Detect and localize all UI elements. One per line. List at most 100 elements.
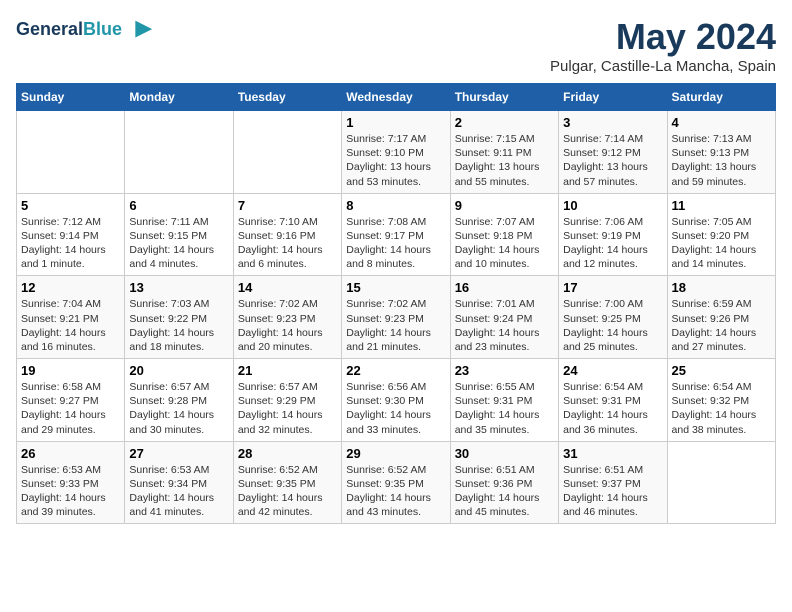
day-info: Sunrise: 6:55 AM Sunset: 9:31 PM Dayligh… <box>455 380 554 437</box>
calendar-cell: 7 Sunrise: 7:10 AM Sunset: 9:16 PM Daylig… <box>233 193 341 276</box>
day-info: Sunrise: 6:54 AM Sunset: 9:31 PM Dayligh… <box>563 380 662 437</box>
day-info: Sunrise: 7:13 AM Sunset: 9:13 PM Dayligh… <box>672 132 771 189</box>
day-info: Sunrise: 6:59 AM Sunset: 9:26 PM Dayligh… <box>672 297 771 354</box>
day-number: 17 <box>563 280 662 295</box>
day-number: 24 <box>563 363 662 378</box>
calendar-cell: 15Sunrise: 7:02 AM Sunset: 9:23 PM Dayli… <box>342 276 450 359</box>
calendar-cell: 1 Sunrise: 7:17 AM Sunset: 9:10 PM Daylig… <box>342 111 450 194</box>
calendar-cell: 17 Sunrise: 7:00 AM Sunset: 9:25 PM Dayli… <box>559 276 667 359</box>
calendar-cell: 11 Sunrise: 7:05 AM Sunset: 9:20 PM Dayli… <box>667 193 775 276</box>
calendar-cell: 10 Sunrise: 7:06 AM Sunset: 9:19 PM Dayli… <box>559 193 667 276</box>
day-info: Sunrise: 7:17 AM Sunset: 9:10 PM Dayligh… <box>346 132 445 189</box>
day-info: Sunrise: 6:52 AM Sunset: 9:35 PM Dayligh… <box>238 463 337 520</box>
calendar-cell <box>233 111 341 194</box>
calendar-cell: 29Sunrise: 6:52 AM Sunset: 9:35 PM Dayli… <box>342 441 450 524</box>
day-number: 22 <box>346 363 445 378</box>
day-number: 2 <box>455 115 554 130</box>
calendar-cell: 13 Sunrise: 7:03 AM Sunset: 9:22 PM Dayli… <box>125 276 233 359</box>
day-number: 31 <box>563 446 662 461</box>
month-title: May 2024 <box>550 16 776 58</box>
day-info: Sunrise: 6:53 AM Sunset: 9:33 PM Dayligh… <box>21 463 120 520</box>
day-info: Sunrise: 6:54 AM Sunset: 9:32 PM Dayligh… <box>672 380 771 437</box>
calendar-week-2: 5 Sunrise: 7:12 AM Sunset: 9:14 PM Daylig… <box>17 193 776 276</box>
day-info: Sunrise: 6:57 AM Sunset: 9:28 PM Dayligh… <box>129 380 228 437</box>
day-number: 16 <box>455 280 554 295</box>
calendar-cell: 24 Sunrise: 6:54 AM Sunset: 9:31 PM Dayli… <box>559 359 667 442</box>
day-number: 19 <box>21 363 120 378</box>
day-number: 13 <box>129 280 228 295</box>
day-info: Sunrise: 7:12 AM Sunset: 9:14 PM Dayligh… <box>21 215 120 272</box>
day-info: Sunrise: 7:06 AM Sunset: 9:19 PM Dayligh… <box>563 215 662 272</box>
calendar-cell: 16Sunrise: 7:01 AM Sunset: 9:24 PM Dayli… <box>450 276 558 359</box>
calendar-header-row: SundayMondayTuesdayWednesdayThursdayFrid… <box>17 84 776 111</box>
calendar-cell: 2 Sunrise: 7:15 AM Sunset: 9:11 PM Daylig… <box>450 111 558 194</box>
calendar-cell: 19 Sunrise: 6:58 AM Sunset: 9:27 PM Dayli… <box>17 359 125 442</box>
calendar-cell: 21 Sunrise: 6:57 AM Sunset: 9:29 PM Dayli… <box>233 359 341 442</box>
calendar-cell: 12 Sunrise: 7:04 AM Sunset: 9:21 PM Dayli… <box>17 276 125 359</box>
calendar-cell: 3 Sunrise: 7:14 AM Sunset: 9:12 PM Daylig… <box>559 111 667 194</box>
day-number: 25 <box>672 363 771 378</box>
day-header-tuesday: Tuesday <box>233 84 341 111</box>
calendar-cell: 27 Sunrise: 6:53 AM Sunset: 9:34 PM Dayli… <box>125 441 233 524</box>
day-info: Sunrise: 7:03 AM Sunset: 9:22 PM Dayligh… <box>129 297 228 354</box>
day-number: 4 <box>672 115 771 130</box>
calendar-cell: 28Sunrise: 6:52 AM Sunset: 9:35 PM Dayli… <box>233 441 341 524</box>
calendar-cell: 31 Sunrise: 6:51 AM Sunset: 9:37 PM Dayli… <box>559 441 667 524</box>
day-info: Sunrise: 7:00 AM Sunset: 9:25 PM Dayligh… <box>563 297 662 354</box>
day-number: 11 <box>672 198 771 213</box>
calendar-cell <box>17 111 125 194</box>
day-info: Sunrise: 6:51 AM Sunset: 9:36 PM Dayligh… <box>455 463 554 520</box>
calendar-cell: 4 Sunrise: 7:13 AM Sunset: 9:13 PM Daylig… <box>667 111 775 194</box>
calendar-cell: 23 Sunrise: 6:55 AM Sunset: 9:31 PM Dayli… <box>450 359 558 442</box>
day-number: 7 <box>238 198 337 213</box>
day-info: Sunrise: 7:07 AM Sunset: 9:18 PM Dayligh… <box>455 215 554 272</box>
day-number: 27 <box>129 446 228 461</box>
day-info: Sunrise: 6:58 AM Sunset: 9:27 PM Dayligh… <box>21 380 120 437</box>
calendar-cell: 5 Sunrise: 7:12 AM Sunset: 9:14 PM Daylig… <box>17 193 125 276</box>
day-number: 29 <box>346 446 445 461</box>
day-info: Sunrise: 7:15 AM Sunset: 9:11 PM Dayligh… <box>455 132 554 189</box>
calendar-cell: 18 Sunrise: 6:59 AM Sunset: 9:26 PM Dayli… <box>667 276 775 359</box>
day-number: 3 <box>563 115 662 130</box>
day-number: 5 <box>21 198 120 213</box>
day-number: 23 <box>455 363 554 378</box>
day-number: 20 <box>129 363 228 378</box>
day-number: 9 <box>455 198 554 213</box>
day-info: Sunrise: 7:04 AM Sunset: 9:21 PM Dayligh… <box>21 297 120 354</box>
logo-text: GeneralBlue <box>16 20 122 40</box>
day-info: Sunrise: 6:51 AM Sunset: 9:37 PM Dayligh… <box>563 463 662 520</box>
day-info: Sunrise: 6:56 AM Sunset: 9:30 PM Dayligh… <box>346 380 445 437</box>
day-info: Sunrise: 7:05 AM Sunset: 9:20 PM Dayligh… <box>672 215 771 272</box>
calendar-cell: 26 Sunrise: 6:53 AM Sunset: 9:33 PM Dayli… <box>17 441 125 524</box>
day-number: 10 <box>563 198 662 213</box>
day-info: Sunrise: 7:14 AM Sunset: 9:12 PM Dayligh… <box>563 132 662 189</box>
day-number: 8 <box>346 198 445 213</box>
day-number: 26 <box>21 446 120 461</box>
day-info: Sunrise: 6:57 AM Sunset: 9:29 PM Dayligh… <box>238 380 337 437</box>
calendar-cell: 30 Sunrise: 6:51 AM Sunset: 9:36 PM Dayli… <box>450 441 558 524</box>
day-header-thursday: Thursday <box>450 84 558 111</box>
day-header-sunday: Sunday <box>17 84 125 111</box>
calendar-table: SundayMondayTuesdayWednesdayThursdayFrid… <box>16 83 776 524</box>
day-number: 21 <box>238 363 337 378</box>
logo-icon <box>126 16 154 44</box>
logo: GeneralBlue <box>16 16 154 44</box>
page-header: GeneralBlue May 2024 Pulgar, Castille-La… <box>16 16 776 75</box>
calendar-week-5: 26 Sunrise: 6:53 AM Sunset: 9:33 PM Dayli… <box>17 441 776 524</box>
day-number: 15 <box>346 280 445 295</box>
day-number: 30 <box>455 446 554 461</box>
calendar-week-1: 1 Sunrise: 7:17 AM Sunset: 9:10 PM Daylig… <box>17 111 776 194</box>
day-info: Sunrise: 6:53 AM Sunset: 9:34 PM Dayligh… <box>129 463 228 520</box>
day-info: Sunrise: 7:10 AM Sunset: 9:16 PM Dayligh… <box>238 215 337 272</box>
calendar-cell: 25 Sunrise: 6:54 AM Sunset: 9:32 PM Dayli… <box>667 359 775 442</box>
calendar-cell: 20 Sunrise: 6:57 AM Sunset: 9:28 PM Dayli… <box>125 359 233 442</box>
calendar-cell: 8 Sunrise: 7:08 AM Sunset: 9:17 PM Daylig… <box>342 193 450 276</box>
calendar-body: 1 Sunrise: 7:17 AM Sunset: 9:10 PM Daylig… <box>17 111 776 524</box>
day-info: Sunrise: 7:08 AM Sunset: 9:17 PM Dayligh… <box>346 215 445 272</box>
day-header-monday: Monday <box>125 84 233 111</box>
day-number: 18 <box>672 280 771 295</box>
day-header-friday: Friday <box>559 84 667 111</box>
day-number: 12 <box>21 280 120 295</box>
day-number: 14 <box>238 280 337 295</box>
day-number: 1 <box>346 115 445 130</box>
